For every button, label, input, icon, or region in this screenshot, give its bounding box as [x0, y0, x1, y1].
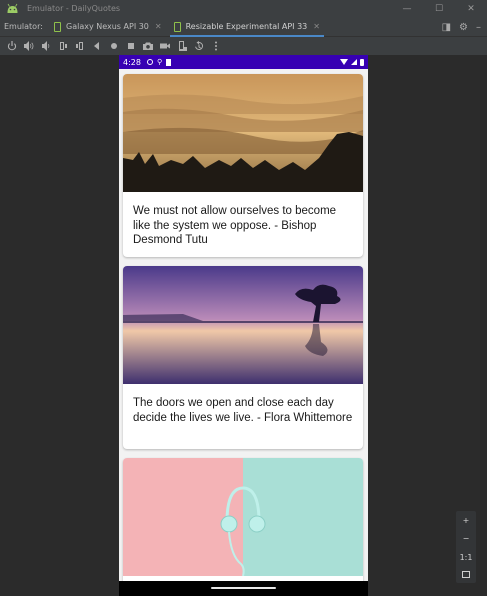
screenshot-icon — [142, 42, 153, 50]
close-button[interactable]: ✕ — [455, 0, 487, 17]
tab-label: Resizable Experimental API 33 — [185, 22, 308, 31]
back-button[interactable] — [88, 37, 105, 55]
snapshot-icon — [194, 41, 203, 50]
fold-button[interactable] — [173, 37, 190, 55]
sd-card-icon — [166, 58, 172, 66]
quote-card[interactable] — [123, 458, 363, 588]
emulator-toolbar — [0, 37, 487, 55]
window-title: Emulator - DailyQuotes — [27, 4, 121, 13]
quote-image-misty-hills — [123, 74, 363, 192]
battery-icon — [360, 58, 364, 66]
quote-image-headphones — [123, 458, 363, 576]
gear-icon[interactable]: ⚙ — [459, 22, 468, 33]
tab-close-icon[interactable]: ✕ — [313, 22, 320, 31]
volume-down-button[interactable] — [37, 37, 54, 55]
status-bar: 4:28 ⚲ — [119, 55, 368, 69]
device-icon — [173, 21, 181, 32]
record-button[interactable] — [156, 37, 173, 55]
rotate-left-button[interactable] — [54, 37, 71, 55]
zoom-in-button[interactable]: + — [463, 516, 470, 525]
layout-icon[interactable]: ◨ — [442, 22, 451, 33]
quote-text: We must not allow ourselves to become li… — [133, 205, 337, 246]
device-screen[interactable]: 4:28 ⚲ We must not allow ourselves to be… — [119, 55, 368, 596]
volume-up-icon — [23, 41, 33, 51]
overview-button[interactable] — [122, 37, 139, 55]
debug-icon: ⚲ — [156, 58, 163, 66]
quote-image-lake-tree — [123, 266, 363, 384]
snapshot-button[interactable] — [190, 37, 207, 55]
tab-close-icon[interactable]: ✕ — [155, 22, 162, 31]
zoom-out-button[interactable]: − — [463, 534, 470, 543]
window-title-bar: Emulator - DailyQuotes — ☐ ✕ — [0, 0, 487, 17]
tab-galaxy-nexus[interactable]: Galaxy Nexus API 30 ✕ — [48, 17, 168, 37]
notification-icon — [146, 59, 153, 65]
zoom-controls: + − 1:1 — [456, 511, 476, 583]
emulator-tabs-bar: Emulator: Galaxy Nexus API 30 ✕ Resizabl… — [0, 17, 487, 37]
rotate-left-icon — [59, 42, 67, 50]
status-time: 4:28 — [123, 57, 141, 67]
maximize-icon: ☐ — [434, 3, 444, 14]
more-icon — [214, 41, 217, 51]
fit-screen-icon[interactable] — [462, 571, 470, 579]
volume-up-button[interactable] — [20, 37, 37, 55]
screenshot-button[interactable] — [139, 37, 156, 55]
rotate-right-button[interactable] — [71, 37, 88, 55]
quotes-list[interactable]: We must not allow ourselves to become li… — [119, 69, 368, 588]
power-button[interactable] — [3, 37, 20, 55]
close-icon: ✕ — [467, 3, 475, 14]
quote-card[interactable]: We must not allow ourselves to become li… — [123, 74, 363, 257]
gesture-handle[interactable] — [211, 587, 276, 589]
power-icon — [7, 41, 16, 51]
fold-icon — [178, 41, 187, 51]
emulator-label: Emulator: — [4, 22, 43, 31]
overview-icon — [127, 43, 134, 49]
back-icon — [93, 42, 99, 50]
quote-text: The doors we open and close each day dec… — [133, 397, 353, 424]
wifi-icon — [340, 59, 348, 65]
tab-resizable-experimental[interactable]: Resizable Experimental API 33 ✕ — [168, 17, 326, 37]
quote-card[interactable]: The doors we open and close each day dec… — [123, 266, 363, 449]
actual-size-button[interactable]: 1:1 — [460, 553, 473, 562]
navigation-bar — [119, 581, 368, 596]
device-icon — [54, 21, 61, 32]
hide-panel-icon[interactable]: – — [476, 22, 481, 33]
rotate-right-icon — [75, 42, 83, 50]
more-button[interactable] — [207, 37, 224, 55]
signal-icon — [351, 59, 357, 65]
tab-label: Galaxy Nexus API 30 — [66, 22, 149, 31]
android-icon — [7, 3, 18, 13]
minimize-button[interactable]: — — [391, 0, 423, 17]
minimize-icon: — — [402, 3, 412, 14]
volume-down-icon — [41, 41, 49, 51]
record-icon — [159, 43, 170, 49]
home-button[interactable] — [105, 37, 122, 55]
home-icon — [110, 43, 117, 49]
maximize-button[interactable]: ☐ — [423, 0, 455, 17]
